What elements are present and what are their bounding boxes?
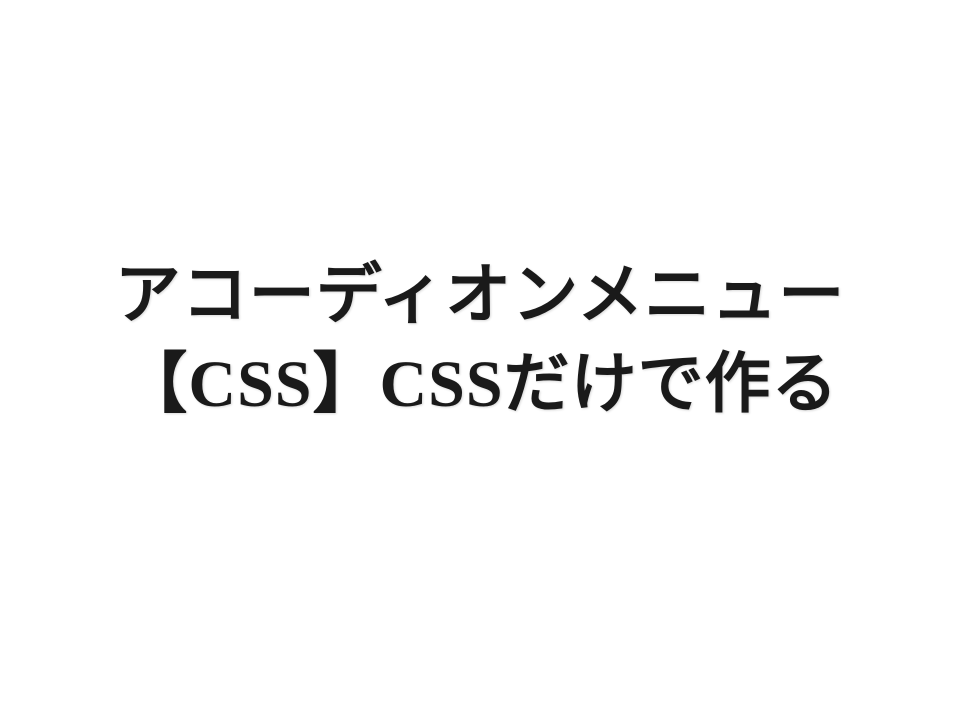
title-line-1: アコーディオンメニュー — [115, 251, 845, 340]
title-container: アコーディオンメニュー 【CSS】CSSだけで作る — [115, 251, 845, 429]
title-line-2: 【CSS】CSSだけで作る — [115, 340, 845, 429]
